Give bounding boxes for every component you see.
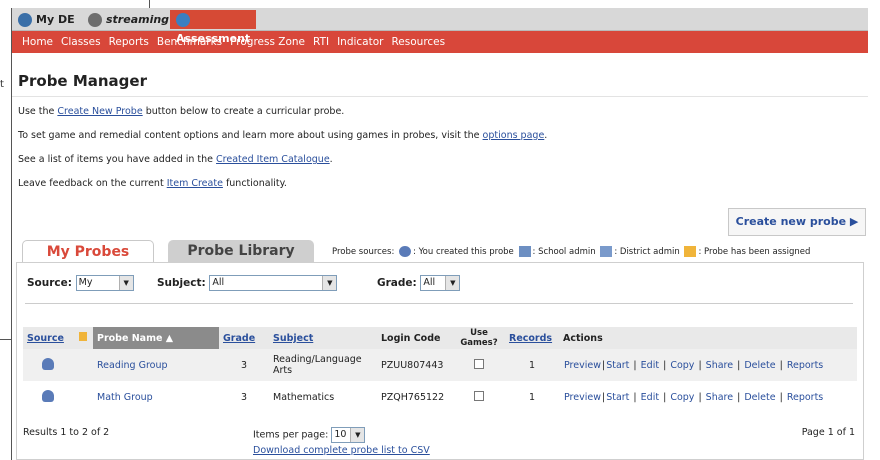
my-probes-panel: Source: My ▼ Subject: All ▼ Grade: All ▼ So… xyxy=(16,262,864,460)
teacher-icon xyxy=(42,389,54,402)
edit-link[interactable]: Edit xyxy=(641,392,659,403)
probe-name-link[interactable]: Reading Group xyxy=(93,349,219,381)
nav-rti[interactable]: RTI xyxy=(313,36,329,48)
chevron-down-icon: ▼ xyxy=(322,276,337,290)
copy-link[interactable]: Copy xyxy=(670,360,694,371)
left-edge-text: t xyxy=(0,79,4,90)
school-icon xyxy=(518,246,531,257)
actions-cell: Preview|Start | Edit | Copy | Share | De… xyxy=(564,391,824,403)
login-code-cell: PZUU807443 xyxy=(381,359,444,371)
streaming-icon xyxy=(88,13,102,27)
title-divider xyxy=(12,96,868,97)
probe-name-link[interactable]: Math Group xyxy=(93,381,219,413)
chevron-down-icon: ▼ xyxy=(445,276,460,290)
records-cell: 1 xyxy=(528,359,536,371)
actions-cell: Preview|Start | Edit | Copy | Share | De… xyxy=(564,359,824,371)
create-new-probe-link[interactable]: Create New Probe xyxy=(57,106,142,117)
intro-line-2: To set game and remedial content options… xyxy=(18,130,548,141)
page-title: Probe Manager xyxy=(18,72,147,90)
intro-line-3: See a list of items you have added in th… xyxy=(18,154,333,165)
tab-my-de[interactable]: My DE xyxy=(12,10,82,29)
intro-line-1: Use the Create New Probe button below to… xyxy=(18,106,345,117)
tab-my-probes[interactable]: My Probes xyxy=(22,240,154,263)
nav-resources[interactable]: Resources xyxy=(391,36,445,48)
reports-link[interactable]: Reports xyxy=(787,392,823,403)
create-new-probe-button[interactable]: Create new probe ▶ xyxy=(728,208,866,236)
tab-probe-library[interactable]: Probe Library xyxy=(168,240,314,262)
subject-filter: Subject: All ▼ xyxy=(157,275,338,291)
probe-sources-legend: Probe sources: : You created this probe … xyxy=(332,246,811,257)
col-source[interactable]: Source xyxy=(23,327,73,349)
delete-link[interactable]: Delete xyxy=(744,392,775,403)
col-login-code: Login Code xyxy=(377,327,453,349)
source-cell xyxy=(23,381,73,413)
col-assigned xyxy=(73,327,93,349)
nav-home[interactable]: Home xyxy=(22,36,53,48)
start-link[interactable]: Start xyxy=(606,360,629,371)
nav-classes[interactable]: Classes xyxy=(61,36,101,48)
edit-link[interactable]: Edit xyxy=(641,360,659,371)
items-per-page: Items per page: 10 ▼ xyxy=(253,427,366,443)
window-border-tick xyxy=(149,0,150,8)
reports-link[interactable]: Reports xyxy=(787,360,823,371)
item-create-link[interactable]: Item Create xyxy=(167,178,223,189)
results-count: Results 1 to 2 of 2 xyxy=(23,427,110,438)
preview-link[interactable]: Preview xyxy=(564,392,601,403)
options-page-link[interactable]: options page xyxy=(483,130,545,141)
col-actions: Actions xyxy=(559,327,857,349)
subject-select[interactable]: All ▼ xyxy=(209,275,338,291)
grade-select[interactable]: All ▼ xyxy=(420,275,461,291)
assessment-icon xyxy=(176,13,190,27)
teacher-icon xyxy=(42,357,54,370)
lock-icon xyxy=(79,332,87,341)
copy-link[interactable]: Copy xyxy=(670,392,694,403)
source-filter: Source: My ▼ xyxy=(27,275,134,291)
tab-assessment[interactable]: Assessment xyxy=(170,10,256,45)
filter-divider xyxy=(25,303,853,304)
items-per-page-select[interactable]: 10 ▼ xyxy=(331,427,366,443)
chevron-down-icon: ▼ xyxy=(118,276,133,290)
teacher-icon xyxy=(399,246,412,257)
download-csv-link[interactable]: Download complete probe list to CSV xyxy=(253,445,430,456)
created-item-catalogue-link[interactable]: Created Item Catalogue xyxy=(216,154,330,165)
col-grade[interactable]: Grade xyxy=(219,327,269,349)
subject-cell: Mathematics xyxy=(273,391,335,403)
subject-cell: Reading/Language Arts xyxy=(273,354,362,376)
records-cell: 1 xyxy=(528,391,536,403)
chevron-down-icon: ▼ xyxy=(350,428,365,442)
assessment-app: My DE streaming Assessment Home Classes … xyxy=(12,8,868,460)
probes-table: Source Probe Name ▲ Grade Subject Login … xyxy=(23,327,857,413)
grade-filter: Grade: All ▼ xyxy=(377,275,461,291)
product-tab-bar: My DE streaming Assessment xyxy=(12,8,868,45)
main-nav: Home Classes Reports Benchmarks Progress… xyxy=(12,31,868,53)
preview-link[interactable]: Preview xyxy=(564,360,601,371)
district-icon xyxy=(600,246,613,257)
globe-icon xyxy=(18,13,32,27)
source-select[interactable]: My ▼ xyxy=(75,275,134,291)
page-indicator: Page 1 of 1 xyxy=(801,427,855,438)
col-subject[interactable]: Subject xyxy=(269,327,377,349)
left-edge-line xyxy=(0,339,11,340)
col-probe-name[interactable]: Probe Name ▲ xyxy=(93,327,219,349)
login-code-cell: PZQH765122 xyxy=(381,391,445,403)
nav-indicator[interactable]: Indicator xyxy=(337,36,383,48)
grade-cell: 3 xyxy=(240,359,248,371)
share-link[interactable]: Share xyxy=(706,360,733,371)
col-use-games: Use Games? xyxy=(453,327,505,349)
delete-link[interactable]: Delete xyxy=(744,360,775,371)
table-row: Reading Group 3 Reading/Language Arts PZ… xyxy=(23,349,857,381)
start-link[interactable]: Start xyxy=(606,392,629,403)
lock-icon xyxy=(684,246,697,257)
use-games-checkbox[interactable] xyxy=(474,358,484,369)
intro-line-4: Leave feedback on the current Item Creat… xyxy=(18,178,287,189)
grade-cell: 3 xyxy=(240,391,248,403)
source-cell xyxy=(23,349,73,381)
col-records[interactable]: Records xyxy=(505,327,559,349)
use-games-checkbox[interactable] xyxy=(474,390,484,401)
table-row: Math Group 3 Mathematics PZQH765122 1 Pr… xyxy=(23,381,857,413)
nav-reports[interactable]: Reports xyxy=(109,36,149,48)
tab-streaming[interactable]: streaming xyxy=(82,10,184,29)
share-link[interactable]: Share xyxy=(706,392,733,403)
